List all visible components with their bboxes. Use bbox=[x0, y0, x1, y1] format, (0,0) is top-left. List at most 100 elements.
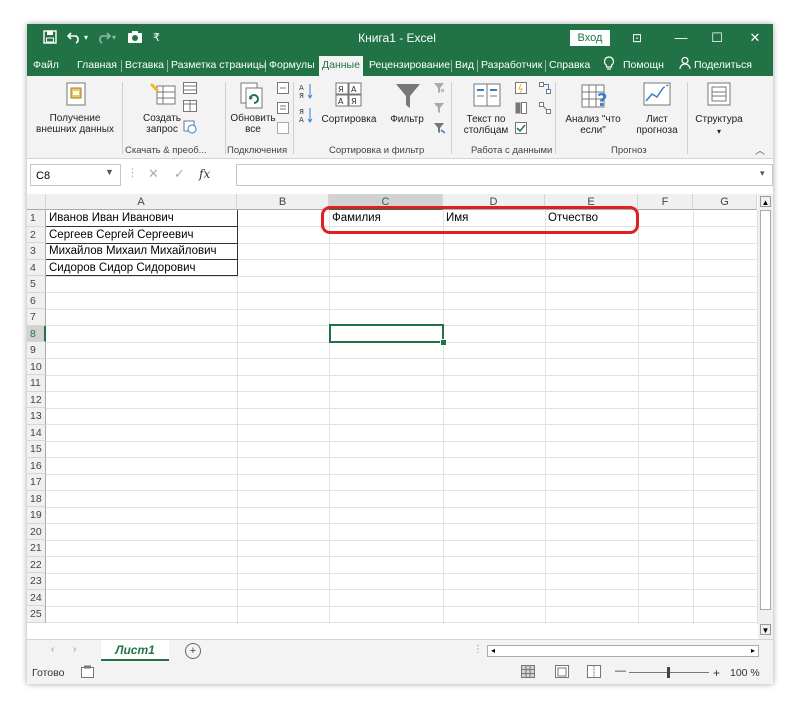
column-header-a[interactable]: A bbox=[46, 194, 237, 210]
row-header-21[interactable]: 21 bbox=[27, 540, 46, 557]
collapse-ribbon-icon[interactable]: ︿ bbox=[755, 142, 765, 157]
enter-icon[interactable]: ✓ bbox=[174, 166, 185, 182]
scroll-sheets-left-icon[interactable]: ‹ bbox=[51, 644, 54, 655]
cell-a1[interactable]: Иванов Иван Иванович bbox=[47, 210, 174, 226]
share-icon[interactable] bbox=[679, 56, 691, 76]
cell-a2[interactable]: Сергеев Сергей Сергеевич bbox=[47, 227, 194, 243]
row-header-4[interactable]: 4 bbox=[27, 259, 46, 276]
row-header-14[interactable]: 14 bbox=[27, 424, 46, 441]
tab-formulas[interactable]: Формулы bbox=[269, 56, 315, 76]
zoom-slider-thumb[interactable] bbox=[667, 667, 670, 678]
row-header-8[interactable]: 8 bbox=[27, 325, 46, 342]
tab-file[interactable]: Файл bbox=[33, 56, 59, 76]
row-header-6[interactable]: 6 bbox=[27, 292, 46, 309]
tab-share[interactable]: Поделиться bbox=[694, 56, 752, 76]
filter-button[interactable]: Фильтр bbox=[383, 80, 431, 142]
row-header-16[interactable]: 16 bbox=[27, 457, 46, 474]
row-header-22[interactable]: 22 bbox=[27, 556, 46, 573]
cell-a4[interactable]: Сидоров Сидор Сидорович bbox=[47, 260, 196, 276]
consolidate-icon[interactable] bbox=[539, 82, 551, 94]
formula-input[interactable] bbox=[236, 164, 773, 186]
row-header-3[interactable]: 3 bbox=[27, 243, 46, 260]
row-header-10[interactable]: 10 bbox=[27, 358, 46, 375]
row-header-12[interactable]: 12 bbox=[27, 391, 46, 408]
lightbulb-icon[interactable] bbox=[603, 56, 615, 76]
get-external-data-button[interactable]: Получение внешних данных bbox=[29, 80, 121, 142]
worksheet-grid[interactable]: A B C D E F G 1 2 3 4 5 6 7 8 9 10 11 12… bbox=[27, 194, 773, 639]
tab-page-layout[interactable]: Разметка страницы bbox=[171, 56, 266, 76]
relationships-icon[interactable] bbox=[539, 102, 551, 114]
row-header-11[interactable]: 11 bbox=[27, 375, 46, 392]
zoom-level[interactable]: 100 % bbox=[730, 667, 760, 679]
scroll-left-arrow-icon[interactable]: ◂ bbox=[488, 646, 498, 656]
active-cell-c8[interactable] bbox=[329, 324, 444, 343]
fill-handle[interactable] bbox=[440, 339, 447, 346]
tab-review[interactable]: Рецензирование bbox=[369, 56, 450, 76]
row-header-5[interactable]: 5 bbox=[27, 276, 46, 293]
data-validation-icon[interactable] bbox=[515, 122, 527, 134]
ribbon-display-options-icon[interactable]: ⊡ bbox=[619, 24, 655, 52]
maximize-button[interactable]: ☐ bbox=[699, 24, 735, 52]
connections-icon[interactable] bbox=[277, 82, 289, 94]
normal-view-icon[interactable] bbox=[521, 665, 535, 681]
undo-dropdown-icon[interactable]: ▾ bbox=[84, 30, 88, 46]
row-header-9[interactable]: 9 bbox=[27, 342, 46, 359]
tab-developer[interactable]: Разработчик bbox=[481, 56, 542, 76]
row-header-2[interactable]: 2 bbox=[27, 226, 46, 243]
customize-quick-access-icon[interactable]: ₹ bbox=[153, 30, 160, 46]
tab-help[interactable]: Справка bbox=[549, 56, 590, 76]
refresh-all-button[interactable]: Обновить все bbox=[227, 80, 279, 142]
row-header-13[interactable]: 13 bbox=[27, 408, 46, 425]
add-sheet-icon[interactable]: + bbox=[185, 643, 201, 659]
forecast-sheet-button[interactable]: Лист прогноза bbox=[631, 80, 683, 142]
horizontal-scrollbar[interactable] bbox=[487, 645, 759, 657]
outline-button[interactable]: Структура ▾ bbox=[691, 80, 747, 142]
page-break-view-icon[interactable] bbox=[587, 665, 601, 681]
what-if-analysis-button[interactable]: ? Анализ "что если" bbox=[557, 80, 629, 142]
zoom-out-button[interactable]: — bbox=[615, 665, 626, 677]
save-icon[interactable] bbox=[43, 30, 57, 46]
row-header-23[interactable]: 23 bbox=[27, 573, 46, 590]
row-header-18[interactable]: 18 bbox=[27, 490, 46, 507]
tab-view[interactable]: Вид bbox=[455, 56, 474, 76]
column-header-b[interactable]: B bbox=[237, 194, 329, 210]
reapply-filter-icon[interactable] bbox=[433, 102, 445, 114]
sort-az-button[interactable]: АЯ bbox=[299, 82, 313, 100]
minimize-button[interactable]: — bbox=[663, 24, 699, 52]
new-query-button[interactable]: Создать запрос bbox=[127, 80, 207, 142]
column-header-f[interactable]: F bbox=[638, 194, 693, 210]
advanced-filter-icon[interactable] bbox=[433, 122, 445, 134]
select-all-corner[interactable] bbox=[27, 194, 46, 210]
split-handle-icon[interactable]: ⋮ bbox=[473, 644, 483, 655]
sign-in-button[interactable]: Вход bbox=[570, 30, 610, 46]
clear-filter-icon[interactable] bbox=[433, 82, 445, 94]
row-header-20[interactable]: 20 bbox=[27, 523, 46, 540]
sort-za-button[interactable]: ЯА bbox=[299, 106, 313, 124]
page-layout-view-icon[interactable] bbox=[555, 665, 569, 681]
row-header-17[interactable]: 17 bbox=[27, 474, 46, 491]
expand-formula-bar-icon[interactable]: ▾ bbox=[760, 168, 765, 179]
flash-fill-icon[interactable] bbox=[515, 82, 527, 94]
row-header-15[interactable]: 15 bbox=[27, 441, 46, 458]
row-header-25[interactable]: 25 bbox=[27, 606, 46, 623]
zoom-in-button[interactable]: + bbox=[713, 666, 720, 680]
sheet-tab-list1[interactable]: Лист1 bbox=[101, 640, 169, 661]
row-header-1[interactable]: 1 bbox=[27, 210, 46, 227]
row-header-19[interactable]: 19 bbox=[27, 507, 46, 524]
tab-data[interactable]: Данные bbox=[319, 56, 363, 76]
tab-tell-me[interactable]: Помощн bbox=[623, 56, 664, 76]
cell-a3[interactable]: Михайлов Михаил Михайлович bbox=[47, 243, 217, 259]
column-header-g[interactable]: G bbox=[693, 194, 757, 210]
undo-icon[interactable] bbox=[66, 30, 83, 46]
cancel-icon[interactable]: ✕ bbox=[148, 166, 159, 182]
vertical-scroll-thumb[interactable] bbox=[760, 210, 771, 610]
edit-links-icon[interactable] bbox=[277, 122, 289, 134]
row-header-24[interactable]: 24 bbox=[27, 589, 46, 606]
redo-dropdown-icon[interactable]: ▾ bbox=[112, 30, 116, 46]
close-button[interactable]: ✕ bbox=[737, 24, 773, 52]
properties-icon[interactable] bbox=[277, 102, 289, 114]
camera-icon[interactable] bbox=[127, 30, 143, 46]
scroll-up-arrow-icon[interactable]: ▲ bbox=[760, 196, 771, 207]
remove-duplicates-icon[interactable] bbox=[515, 102, 527, 114]
redo-icon[interactable] bbox=[95, 30, 112, 46]
